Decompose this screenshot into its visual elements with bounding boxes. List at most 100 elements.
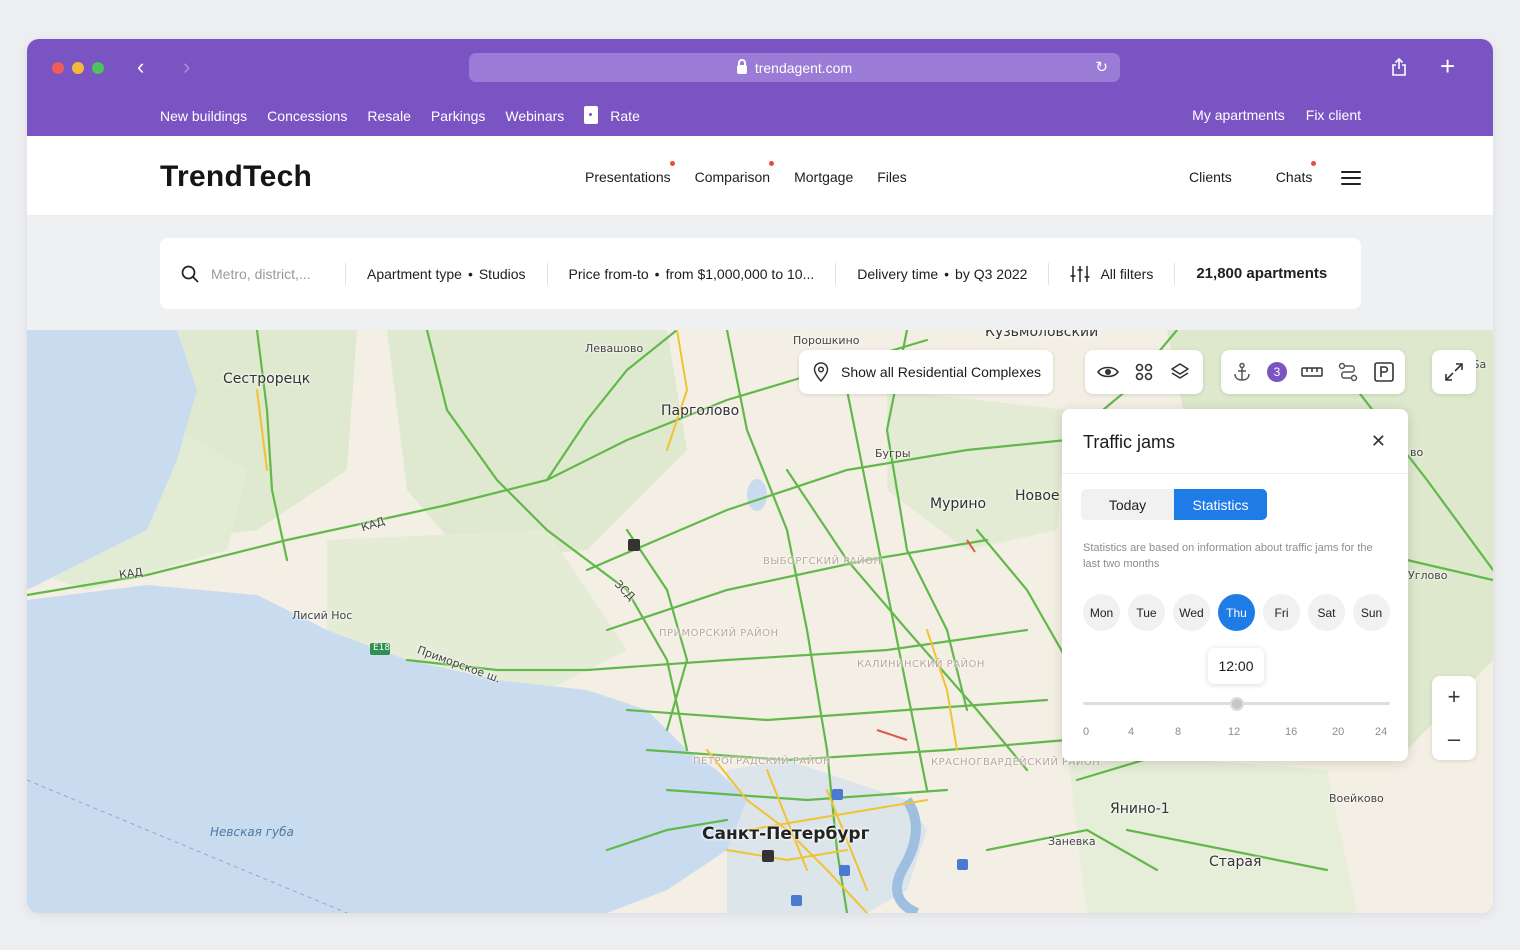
parking-icon[interactable] — [1373, 361, 1395, 383]
day-sun[interactable]: Sun — [1353, 594, 1390, 631]
tick-label: 12 — [1228, 726, 1241, 738]
route-icon[interactable] — [1337, 361, 1359, 383]
delivery-value: by Q3 2022 — [955, 265, 1028, 282]
price-filter[interactable]: Price from-to • from $1,000,000 to 10... — [548, 262, 837, 285]
nav-presentations[interactable]: Presentations — [585, 161, 675, 185]
maximize-window-button[interactable] — [92, 62, 104, 74]
ruler-icon[interactable] — [1301, 361, 1323, 383]
map[interactable]: Сестрорецк Левашово Порошкино Кузьмоловс… — [27, 330, 1493, 913]
nav-new-buildings[interactable]: New buildings — [160, 108, 247, 124]
nav-comparison[interactable]: Comparison — [694, 161, 775, 185]
grid-icon[interactable] — [1133, 361, 1155, 383]
tab-today[interactable]: Today — [1081, 489, 1174, 520]
map-label-staraya: Старая — [1209, 854, 1262, 870]
nav-fix-client[interactable]: Fix client — [1306, 107, 1361, 123]
lock-icon — [736, 59, 747, 74]
tick-label: 0 — [1083, 726, 1090, 738]
day-mon[interactable]: Mon — [1083, 594, 1120, 631]
map-label-yanino: Янино-1 — [1110, 801, 1170, 817]
reload-icon[interactable]: ↻ — [1095, 58, 1108, 76]
map-label-vo: во — [1410, 446, 1424, 459]
map-label-nevskaya-guba: Невская губа — [210, 825, 294, 839]
time-tooltip: 12:00 — [1208, 648, 1264, 684]
search-icon — [181, 265, 199, 283]
tab-statistics[interactable]: Statistics — [1174, 489, 1267, 520]
url-text: trendagent.com — [754, 59, 853, 76]
nav-rate[interactable]: Rate — [584, 106, 640, 125]
all-filters-label: All filters — [1100, 265, 1154, 282]
logo[interactable]: TrendTech — [160, 160, 312, 194]
zoom-controls: + – — [1432, 676, 1476, 760]
layers-count-badge[interactable]: 3 — [1267, 362, 1287, 382]
nav-rate-label: Rate — [610, 108, 640, 124]
browser-toolbar: ‹ › trendagent.com ↻ + — [27, 39, 1493, 95]
zoom-out-icon[interactable]: – — [1448, 726, 1460, 752]
day-thu[interactable]: Thu — [1218, 594, 1255, 631]
traffic-jams-panel: Traffic jams ✕ Today Statistics Statisti… — [1062, 409, 1408, 761]
expand-icon — [1445, 363, 1463, 381]
layers-icon[interactable] — [1169, 361, 1191, 383]
tick-label: 24 — [1375, 726, 1388, 738]
price-label: Price from-to — [568, 265, 649, 282]
all-filters-button[interactable]: All filters — [1049, 262, 1176, 285]
sliders-icon — [1070, 265, 1090, 282]
back-icon[interactable]: ‹ — [137, 56, 144, 78]
apartment-count[interactable]: 21,800 apartments — [1175, 263, 1348, 285]
map-label-zanevka: Заневка — [1048, 835, 1096, 848]
day-sat[interactable]: Sat — [1308, 594, 1345, 631]
nav-resale[interactable]: Resale — [367, 108, 411, 124]
time-slider-ticks: 0 4 8 12 16 20 24 — [1083, 726, 1395, 740]
day-selector: Mon Tue Wed Thu Fri Sat Sun — [1083, 594, 1390, 631]
tick-label: 16 — [1285, 726, 1298, 738]
main-nav: Presentations Comparison Mortgage Files — [585, 161, 907, 185]
menu-icon[interactable] — [1341, 171, 1361, 185]
location-pin-icon — [813, 362, 829, 382]
nav-concessions[interactable]: Concessions — [267, 108, 347, 124]
nav-clients[interactable]: Clients — [1189, 169, 1232, 185]
panel-title: Traffic jams — [1083, 432, 1176, 452]
apartment-type-filter[interactable]: Apartment type • Studios — [346, 262, 548, 285]
show-all-complexes-button[interactable]: Show all Residential Complexes — [799, 350, 1053, 394]
notification-dot — [1311, 161, 1317, 166]
tick-label: 4 — [1128, 726, 1135, 738]
apartment-type-label: Apartment type — [367, 265, 462, 282]
filter-bar: Metro, district,... Apartment type • Studi… — [160, 238, 1361, 309]
map-label-lisiy-nos: Лисий Нос — [292, 609, 353, 622]
delivery-filter[interactable]: Delivery time • by Q3 2022 — [836, 262, 1050, 285]
map-label-vyborgsky: ВЫБОРГСКИЙ РАЙОН — [763, 556, 882, 567]
search-field[interactable]: Metro, district,... — [160, 262, 346, 285]
zoom-in-icon[interactable]: + — [1448, 684, 1461, 710]
nav-files[interactable]: Files — [877, 169, 907, 185]
map-label-sestroretsk: Сестрорецк — [223, 371, 311, 387]
nav-webinars[interactable]: Webinars — [505, 108, 564, 124]
nav-parkings[interactable]: Parkings — [431, 108, 485, 124]
time-slider-handle[interactable] — [1229, 697, 1244, 711]
map-label-kuzmolovsky: Кузьмоловский — [985, 330, 1099, 340]
day-tue[interactable]: Tue — [1128, 594, 1165, 631]
nav-comparison-label: Comparison — [694, 169, 771, 185]
nav-my-apartments[interactable]: My apartments — [1192, 107, 1285, 123]
nav-mortgage[interactable]: Mortgage — [794, 169, 853, 185]
minimize-window-button[interactable] — [72, 62, 84, 74]
nav-presentations-label: Presentations — [585, 169, 671, 185]
anchor-icon[interactable] — [1231, 361, 1253, 383]
new-tab-icon[interactable]: + — [1440, 51, 1455, 82]
map-tools-extra: 3 — [1221, 350, 1405, 394]
day-fri[interactable]: Fri — [1263, 594, 1300, 631]
top-navigation: New buildings Concessions Resale Parking… — [27, 95, 1493, 136]
notification-dot — [769, 161, 775, 166]
browser-window: ‹ › trendagent.com ↻ + New buildings Con… — [27, 39, 1493, 913]
fullscreen-button[interactable] — [1432, 350, 1476, 394]
eye-icon[interactable] — [1097, 361, 1119, 383]
nav-chats[interactable]: Chats — [1276, 161, 1317, 185]
share-icon[interactable] — [1391, 58, 1407, 76]
close-window-button[interactable] — [52, 62, 64, 74]
address-bar[interactable]: trendagent.com ↻ — [469, 53, 1120, 82]
forward-icon[interactable]: › — [183, 56, 190, 78]
show-all-label: Show all Residential Complexes — [841, 364, 1041, 380]
day-wed[interactable]: Wed — [1173, 594, 1210, 631]
tick-label: 8 — [1175, 726, 1182, 738]
map-label-levashovo: Левашово — [585, 342, 644, 355]
map-tools-view — [1085, 350, 1203, 394]
close-icon[interactable]: ✕ — [1371, 431, 1386, 452]
